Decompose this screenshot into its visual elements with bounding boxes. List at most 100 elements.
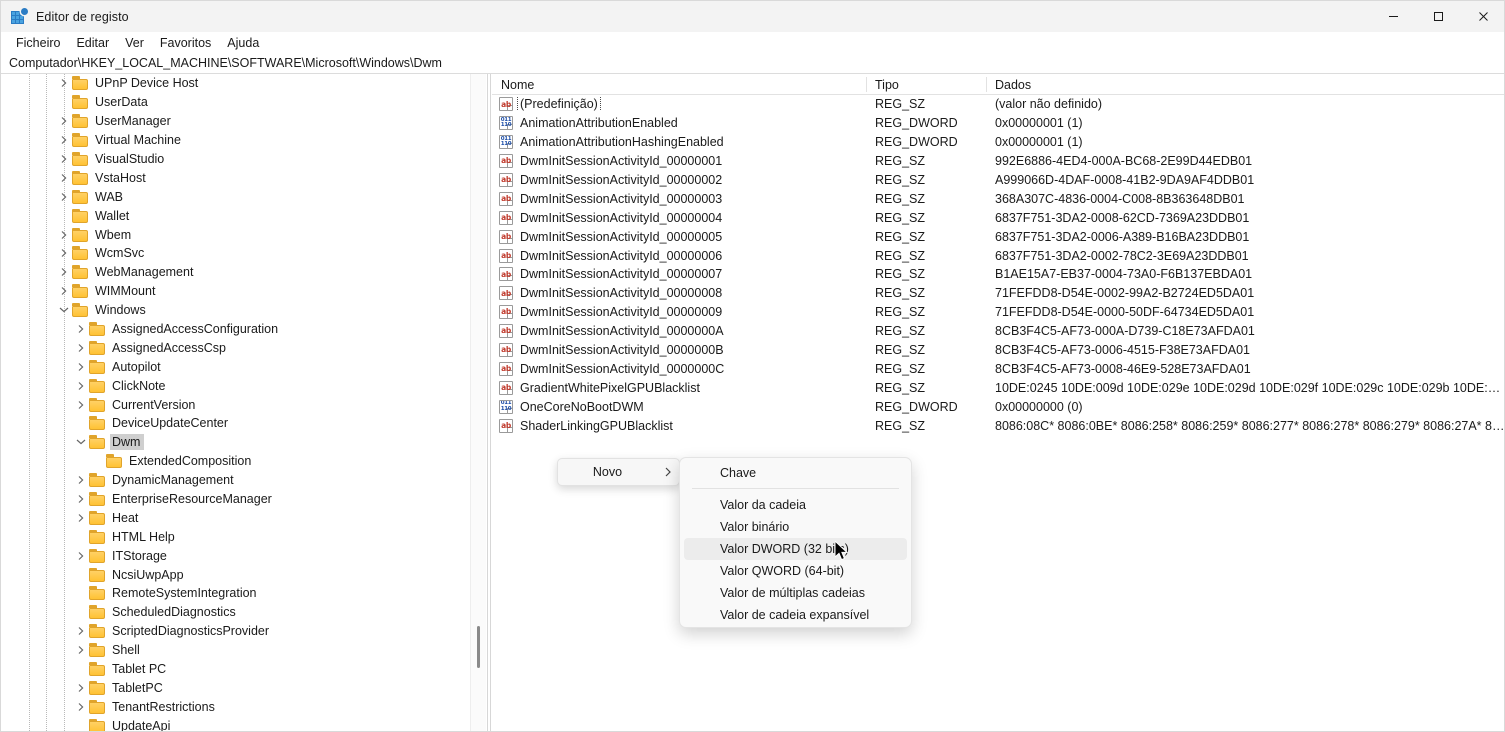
chevron-right-icon[interactable] [73,679,89,697]
chevron-right-icon[interactable] [56,188,72,206]
registry-value-row[interactable]: ab DwmInitSessionActivityId_00000001 REG_S… [492,152,1504,171]
menu-item-ajuda[interactable]: Ajuda [219,34,267,52]
registry-tree[interactable]: UPnP Device Host UserData UserManager Virtu… [1,74,470,731]
tree-item-tabletpc[interactable]: TabletPC [1,679,470,698]
context-menu-new-submenu[interactable]: Chave Valor da cadeia Valor binário Valor D… [679,457,912,628]
chevron-right-icon[interactable] [73,509,89,527]
chevron-right-icon[interactable] [73,320,89,338]
tree-item-ncsiuwpapp[interactable]: NcsiUwpApp [1,565,470,584]
chevron-right-icon[interactable] [73,358,89,376]
context-menu-item-valor-de-cadeia-expans-vel[interactable]: Valor de cadeia expansível [684,604,907,626]
tree-item-dwm[interactable]: Dwm [1,433,470,452]
tree-item-wimmount[interactable]: WIMMount [1,282,470,301]
maximize-button[interactable] [1416,1,1461,32]
column-header-nome[interactable]: Nome [492,74,866,95]
chevron-right-icon[interactable] [73,471,89,489]
tree-item-autopilot[interactable]: Autopilot [1,357,470,376]
address-bar[interactable]: Computador\HKEY_LOCAL_MACHINE\SOFTWARE\M… [1,53,1504,74]
chevron-right-icon[interactable] [56,263,72,281]
registry-value-row[interactable]: ab DwmInitSessionActivityId_0000000C REG_S… [492,359,1504,378]
tree-item-scripteddiagnosticsprovider[interactable]: ScriptedDiagnosticsProvider [1,622,470,641]
tree-item-wbem[interactable]: Wbem [1,225,470,244]
registry-value-row[interactable]: ab DwmInitSessionActivityId_00000006 REG_S… [492,246,1504,265]
chevron-right-icon[interactable] [56,244,72,262]
tree-item-clicknote[interactable]: ClickNote [1,376,470,395]
registry-value-row[interactable]: ab DwmInitSessionActivityId_00000009 REG_S… [492,303,1504,322]
tree-item-updateapi[interactable]: UpdateApi [1,716,470,731]
chevron-right-icon[interactable] [73,698,89,716]
registry-value-row[interactable]: 011 110 AnimationAttributionHashingEnabled… [492,133,1504,152]
tree-item-heat[interactable]: Heat [1,508,470,527]
registry-value-row[interactable]: ab DwmInitSessionActivityId_00000002 REG_S… [492,171,1504,190]
chevron-right-icon[interactable] [56,131,72,149]
tree-scrollbar-thumb[interactable] [477,626,480,668]
tree-item-tablet-pc[interactable]: Tablet PC [1,660,470,679]
chevron-down-icon[interactable] [56,301,72,319]
tree-item-tenantrestrictions[interactable]: TenantRestrictions [1,697,470,716]
tree-item-enterpriseresourcemanager[interactable]: EnterpriseResourceManager [1,490,470,509]
registry-value-row[interactable]: ab DwmInitSessionActivityId_0000000B REG_S… [492,341,1504,360]
menu-item-favoritos[interactable]: Favoritos [152,34,219,52]
menu-item-editar[interactable]: Editar [68,34,117,52]
minimize-button[interactable] [1371,1,1416,32]
registry-value-row[interactable]: ab DwmInitSessionActivityId_00000004 REG_S… [492,208,1504,227]
registry-value-row[interactable]: ab DwmInitSessionActivityId_00000005 REG_S… [492,227,1504,246]
tree-item-wallet[interactable]: Wallet [1,206,470,225]
context-menu-parent-novo[interactable]: Novo [557,458,680,486]
tree-item-webmanagement[interactable]: WebManagement [1,263,470,282]
chevron-right-icon[interactable] [73,339,89,357]
tree-item-vstahost[interactable]: VstaHost [1,168,470,187]
chevron-right-icon[interactable] [73,547,89,565]
tree-item-userdata[interactable]: UserData [1,93,470,112]
chevron-right-icon[interactable] [56,226,72,244]
tree-item-shell[interactable]: Shell [1,641,470,660]
tree-item-upnp-device-host[interactable]: UPnP Device Host [1,74,470,93]
chevron-right-icon[interactable] [73,377,89,395]
tree-item-scheduleddiagnostics[interactable]: ScheduledDiagnostics [1,603,470,622]
chevron-right-icon[interactable] [73,622,89,640]
registry-value-row[interactable]: ab DwmInitSessionActivityId_00000007 REG_S… [492,265,1504,284]
tree-item-virtual-machine[interactable]: Virtual Machine [1,131,470,150]
registry-value-row[interactable]: ab GradientWhitePixelGPUBlacklist REG_SZ 10… [492,378,1504,397]
chevron-right-icon[interactable] [56,169,72,187]
context-menu-item-valor-bin-rio[interactable]: Valor binário [684,516,907,538]
column-header-dados[interactable]: Dados [986,74,1504,95]
tree-item-wcmsvc[interactable]: WcmSvc [1,244,470,263]
registry-values-list[interactable]: Nome Tipo Dados ab (Predefinição) REG_SZ (v… [492,74,1504,731]
menu-item-ficheiro[interactable]: Ficheiro [8,34,68,52]
close-button[interactable] [1461,1,1504,32]
registry-value-row[interactable]: ab DwmInitSessionActivityId_00000003 REG_S… [492,189,1504,208]
tree-item-currentversion[interactable]: CurrentVersion [1,395,470,414]
registry-value-row[interactable]: ab ShaderLinkingGPUBlacklist REG_SZ 8086:08… [492,416,1504,435]
context-menu-item-valor-da-cadeia[interactable]: Valor da cadeia [684,494,907,516]
context-menu-item-chave[interactable]: Chave [684,462,907,484]
context-menu-item-valor-de-m-ltiplas-cadeias[interactable]: Valor de múltiplas cadeias [684,582,907,604]
chevron-right-icon[interactable] [56,112,72,130]
column-header-tipo[interactable]: Tipo [866,74,986,95]
tree-item-dynamicmanagement[interactable]: DynamicManagement [1,471,470,490]
chevron-right-icon[interactable] [56,282,72,300]
context-menu-item-valor-qword-64-bit-[interactable]: Valor QWORD (64-bit) [684,560,907,582]
chevron-down-icon[interactable] [73,433,89,451]
chevron-right-icon[interactable] [56,150,72,168]
tree-item-extendedcomposition[interactable]: ExtendedComposition [1,452,470,471]
title-bar[interactable]: Editor de registo [1,1,1504,32]
tree-item-windows[interactable]: Windows [1,301,470,320]
context-menu-item-valor-dword-32-bits-[interactable]: Valor DWORD (32 bits) [684,538,907,560]
tree-item-remotesystemintegration[interactable]: RemoteSystemIntegration [1,584,470,603]
tree-item-itstorage[interactable]: ITStorage [1,546,470,565]
chevron-right-icon[interactable] [73,490,89,508]
tree-item-wab[interactable]: WAB [1,187,470,206]
tree-item-html-help[interactable]: HTML Help [1,527,470,546]
panel-splitter[interactable] [487,74,491,731]
chevron-right-icon[interactable] [73,641,89,659]
chevron-right-icon[interactable] [73,396,89,414]
menu-item-ver[interactable]: Ver [117,34,152,52]
registry-value-row[interactable]: 011 110 AnimationAttributionEnabled REG_DWO… [492,114,1504,133]
registry-value-row[interactable]: ab (Predefinição) REG_SZ (valor não definid… [492,95,1504,114]
tree-item-usermanager[interactable]: UserManager [1,112,470,131]
registry-value-row[interactable]: ab DwmInitSessionActivityId_00000008 REG_S… [492,284,1504,303]
tree-item-assignedaccesscsp[interactable]: AssignedAccessCsp [1,338,470,357]
tree-item-visualstudio[interactable]: VisualStudio [1,150,470,169]
registry-value-row[interactable]: 011 110 OneCoreNoBootDWM REG_DWORD 0x0000000… [492,397,1504,416]
